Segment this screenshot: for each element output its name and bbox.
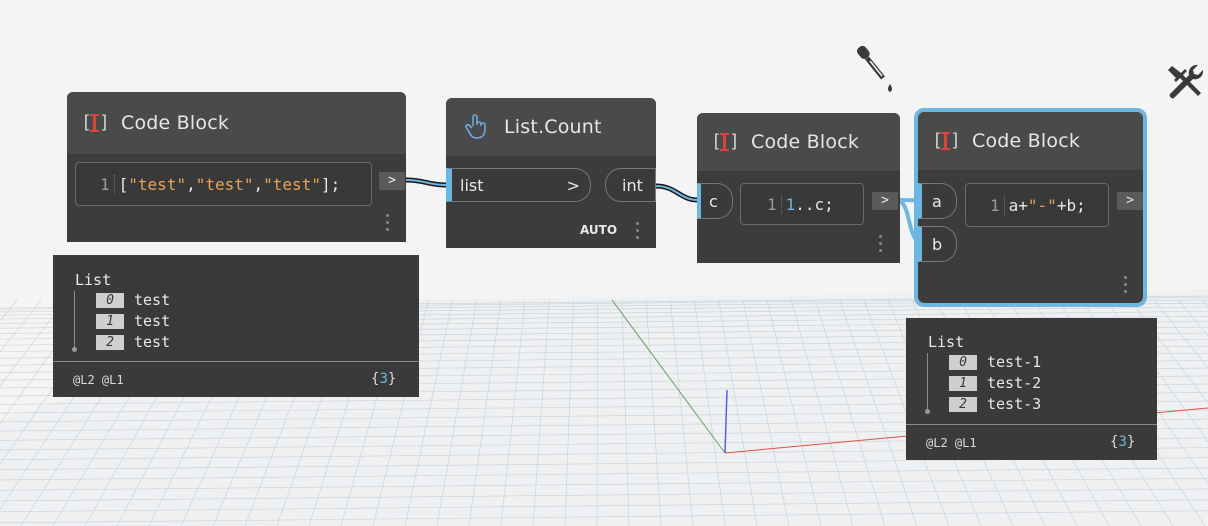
eyedropper-icon[interactable]: [852, 44, 892, 94]
code-text: 1..c;: [785, 194, 834, 214]
tree-end-dot: [72, 347, 77, 352]
code-text: a+"-"+b;: [1008, 195, 1086, 215]
node-header[interactable]: [] Code Block: [918, 112, 1143, 170]
line-number: 1: [100, 174, 115, 194]
preview-bubble-2[interactable]: List 0 test-1 1 test-2 2 test-3 @L2 @L1 {3}: [906, 318, 1157, 460]
node-title: Code Block: [751, 131, 860, 153]
code-editor[interactable]: 1 a+"-"+b;: [965, 183, 1109, 227]
item-count: {3}: [371, 371, 397, 387]
workspace-canvas[interactable]: [] Code Block 1 ["test","test","test"]; …: [0, 0, 1208, 526]
code-block-icon: []: [81, 112, 110, 133]
port-label: a: [932, 191, 942, 211]
node-title: List.Count: [504, 116, 602, 138]
wrench-screwdriver-icon[interactable]: [1166, 62, 1206, 102]
tree-end-dot: [925, 409, 930, 414]
code-block-icon: []: [711, 131, 740, 152]
input-port-c[interactable]: c: [697, 183, 733, 219]
code-editor[interactable]: 1 ["test","test","test"];: [75, 162, 372, 206]
lacing-mode[interactable]: AUTO: [580, 223, 617, 237]
output-port-int[interactable]: int: [605, 168, 656, 202]
code-block-icon: []: [932, 130, 961, 151]
list-title: List: [75, 271, 112, 289]
item-count: {3}: [1110, 434, 1136, 450]
list-item: 0 test: [96, 291, 170, 309]
port-label: int: [622, 175, 643, 195]
list-title: List: [928, 333, 965, 351]
list-levels: @L2 @L1: [926, 436, 977, 450]
more-options-icon[interactable]: [636, 222, 640, 243]
node-header[interactable]: [] Code Block: [67, 92, 406, 154]
list-count-node[interactable]: List.Count list > int AUTO: [446, 98, 656, 248]
preview-divider: [906, 424, 1157, 425]
port-label: c: [709, 191, 718, 211]
list-levels: @L2 @L1: [73, 373, 124, 387]
line-number: 1: [990, 195, 1005, 215]
node-header[interactable]: [] Code Block: [697, 113, 900, 171]
hand-pointer-icon: [465, 114, 486, 139]
port-label: b: [932, 234, 943, 254]
output-port[interactable]: >: [379, 172, 405, 190]
node-title: Code Block: [121, 112, 230, 134]
output-port[interactable]: >: [872, 192, 898, 210]
line-number: 1: [767, 194, 782, 214]
input-port-b[interactable]: b: [918, 226, 957, 262]
node-title: Code Block: [972, 130, 1081, 152]
tree-line: [927, 353, 928, 411]
code-block-node-1[interactable]: [] Code Block 1 ["test","test","test"]; …: [67, 92, 406, 242]
port-label: list: [460, 175, 484, 195]
output-port[interactable]: >: [1117, 192, 1143, 210]
code-text: ["test","test","test"];: [118, 174, 341, 194]
code-block-node-3[interactable]: [] Code Block a b 1 a+"-"+b; >: [914, 108, 1147, 307]
code-block-node-2[interactable]: [] Code Block c 1 1..c; >: [697, 113, 900, 263]
more-options-icon[interactable]: [1124, 276, 1128, 297]
preview-bubble-1[interactable]: List 0 test 1 test 2 test @L2 @L1 {3}: [53, 255, 419, 397]
list-item: 2 test: [96, 333, 170, 351]
list-item: 2 test-3: [949, 395, 1041, 413]
more-options-icon[interactable]: [879, 235, 883, 256]
list-item: 1 test: [96, 312, 170, 330]
tree-line: [74, 291, 75, 349]
list-item: 0 test-1: [949, 353, 1041, 371]
input-port-a[interactable]: a: [918, 183, 957, 219]
code-editor[interactable]: 1 1..c;: [740, 183, 864, 225]
list-item: 1 test-2: [949, 374, 1041, 392]
node-header[interactable]: List.Count: [446, 98, 656, 156]
port-arrow: >: [566, 175, 580, 195]
more-options-icon[interactable]: [386, 214, 390, 235]
input-port-list[interactable]: list >: [446, 168, 591, 202]
preview-divider: [53, 361, 419, 362]
